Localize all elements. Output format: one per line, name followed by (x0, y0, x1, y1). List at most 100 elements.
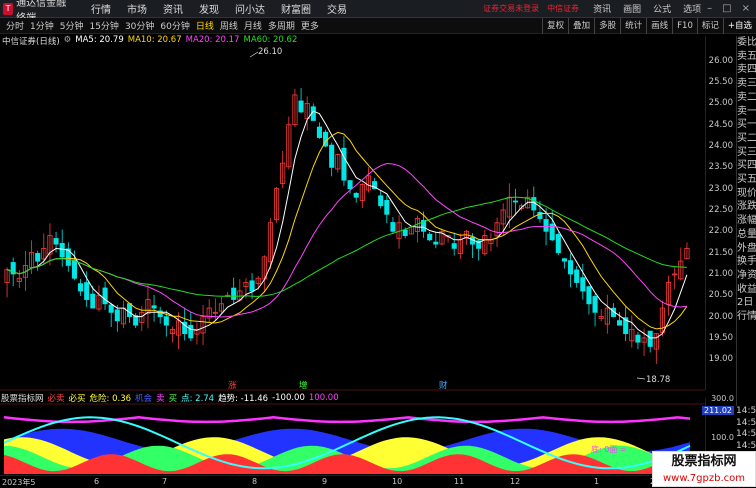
indicator-tick: 100.0 (711, 433, 734, 442)
quote-field[interactable]: 买三 (737, 146, 756, 160)
candle-body (188, 324, 194, 339)
price-tick: 21.00 (708, 268, 733, 279)
quote-field[interactable]: 收益 (737, 283, 756, 297)
candle-body (59, 243, 65, 258)
time-tick: 10 (392, 477, 403, 486)
candle-body (543, 219, 549, 232)
indicator-tick: 211.02 (702, 406, 734, 415)
ma-lines (6, 110, 688, 339)
time-tick: 9 (322, 477, 328, 486)
price-tick: 23.00 (708, 183, 733, 194)
price-tick: 24.00 (708, 141, 733, 152)
candle-body (316, 126, 322, 138)
candle-body (298, 100, 304, 113)
candle-body (78, 283, 84, 292)
candle-body (163, 316, 169, 326)
stock-title[interactable]: 中信证券(日线) (2, 35, 60, 47)
indicator-item: 点: 2.74 (181, 393, 215, 404)
candle-body (127, 303, 133, 317)
kline-chart[interactable]: 26.10 18.78 涨 增 财 底: 0面 = (0, 0, 756, 487)
high-label: 26.10 (258, 47, 282, 57)
candle-body (574, 269, 580, 283)
indicator-title[interactable]: 股票指标网 (1, 392, 44, 404)
indicator-item: 卖 (156, 393, 165, 404)
marker-zeng[interactable]: 增 (299, 380, 308, 391)
candle-body (347, 180, 353, 190)
candle-body (402, 229, 408, 236)
time-axis: 2023年5678910111212 (0, 475, 705, 487)
quote-field[interactable]: 买四 (737, 159, 756, 173)
indicator-inline-label: 底: 0面 = (591, 444, 627, 454)
quote-field[interactable]: 涨跌 (737, 200, 756, 214)
price-axis: 26.00 25.50 25.00 24.50 24.00 23.50 23.00 22.50… (705, 36, 736, 390)
quote-field[interactable]: 总量 (737, 228, 756, 242)
ma-legend: 中信证券(日线) ⚙ MA5: 20.79 MA10: 20.67 MA20: … (2, 35, 297, 47)
price-tick: 24.50 (708, 119, 733, 130)
quote-panel: 委比 卖五 卖四 卖三 卖二 卖一 买一 买二 买三 买四 买五 现价 涨跌 涨幅 总量 外盘 换手 净资 收益 2日… (736, 36, 756, 406)
candle-body (568, 260, 574, 275)
candle-body (451, 243, 457, 249)
price-tick: 22.50 (708, 205, 733, 215)
candle-body (617, 320, 623, 326)
candle-body (647, 330, 653, 347)
low-pointer (636, 377, 646, 380)
ma10-label: MA10: 20.67 (127, 35, 182, 45)
candle-body (555, 234, 561, 254)
indicator-item: 危险: 0.36 (89, 393, 132, 404)
price-tick: 20.50 (708, 290, 733, 301)
quote-field[interactable]: 卖二 (737, 91, 756, 105)
quote-field[interactable]: 委比 (737, 36, 756, 50)
indicator-item: 机会 (135, 393, 153, 404)
quote-field[interactable]: 行情 (737, 310, 756, 324)
candle-body (53, 238, 59, 245)
time-tick: 11 (454, 477, 465, 486)
quote-field[interactable]: 卖五 (737, 50, 756, 64)
indicator-item: -100.00 (272, 392, 305, 403)
candle-body (512, 200, 518, 203)
low-label: 18.78 (646, 375, 670, 385)
ma20-label: MA20: 20.17 (185, 35, 240, 45)
quote-field[interactable]: 换手 (737, 255, 756, 269)
quote-field[interactable]: 现价 (737, 187, 756, 201)
price-tick: 22.00 (708, 226, 733, 237)
ma5-label: MA5: 20.79 (75, 35, 124, 45)
price-tick: 25.00 (708, 98, 733, 109)
indicator-tick: 300.0 (711, 394, 734, 403)
quote-field[interactable]: 买五 (737, 173, 756, 187)
indicator-item: 买 (168, 393, 178, 404)
ma5-line (6, 110, 688, 339)
quote-field[interactable]: 外盘 (737, 242, 756, 256)
candle-body (390, 222, 396, 232)
quote-field[interactable]: 买二 (737, 132, 756, 146)
quote-field[interactable]: 2日 (737, 296, 756, 310)
candlestick-series (4, 87, 690, 364)
marker-cai[interactable]: 财 (439, 380, 448, 391)
candle-body (231, 287, 237, 300)
settings-gear-icon[interactable]: ⚙ (64, 35, 72, 47)
indicator-header: 股票指标网 必卖 必买 危险: 0.36 机会卖买点: 2.74 趋势: -11.46-… (0, 391, 705, 404)
quote-field[interactable]: 涨幅 (737, 214, 756, 228)
quote-field[interactable]: 卖三 (737, 77, 756, 91)
tick-time: 14:50 (736, 429, 756, 439)
time-tick: 2023年5 (2, 478, 36, 487)
indicator-band-red (4, 454, 690, 474)
candle-body (151, 305, 157, 309)
watermark-title: 股票指标网 (671, 454, 737, 469)
indicator-item: 趋势: -11.46 (218, 393, 269, 404)
candle-body (635, 334, 641, 343)
price-tick: 19.50 (708, 332, 733, 343)
candle-body (427, 233, 433, 241)
indicator-item: 必卖 (47, 393, 65, 404)
marker-zhang[interactable]: 涨 (228, 380, 237, 391)
quote-field[interactable]: 净资 (737, 269, 756, 283)
price-tick: 26.00 (708, 55, 733, 66)
candle-body (108, 304, 114, 313)
candle-body (580, 277, 586, 292)
candle-body (384, 200, 390, 215)
price-tick: 23.50 (708, 162, 733, 173)
quote-field[interactable]: 卖四 (737, 63, 756, 77)
candle-body (90, 293, 96, 309)
quote-field[interactable]: 买一 (737, 118, 756, 132)
quote-field[interactable]: 卖一 (737, 105, 756, 119)
watermark-url: www.7gpzb.com (663, 473, 745, 484)
